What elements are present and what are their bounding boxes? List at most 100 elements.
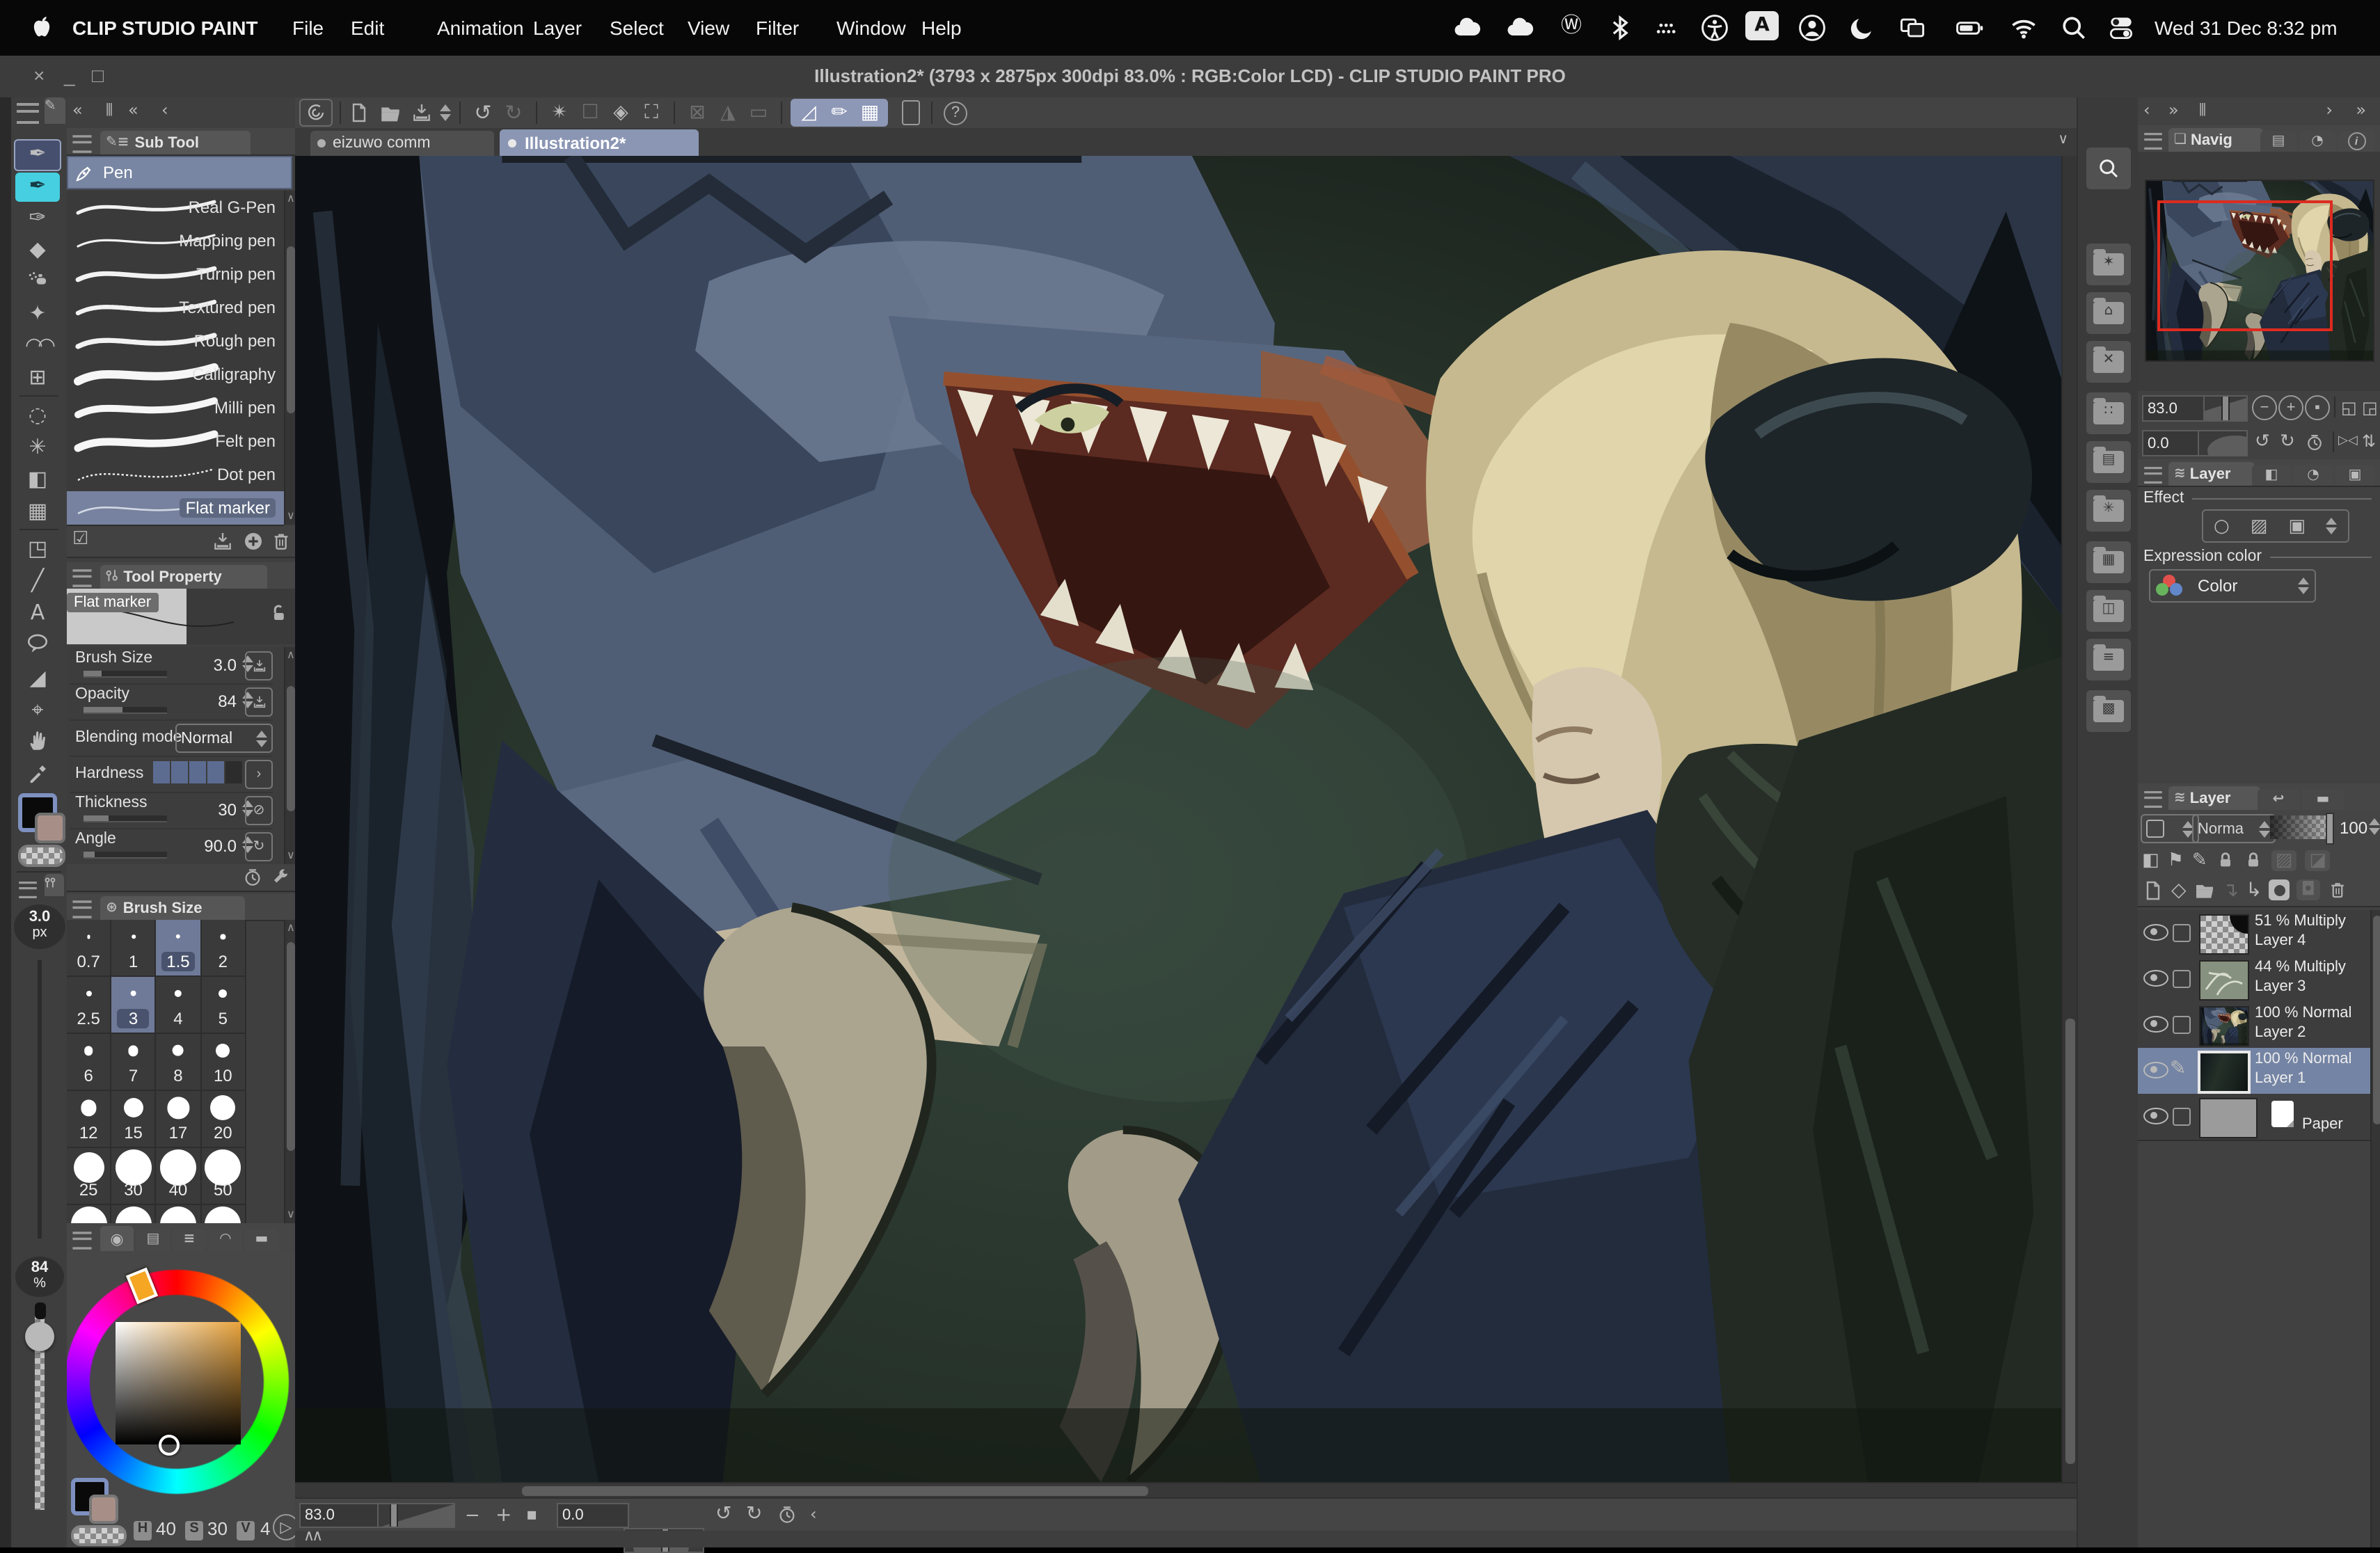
quick-access-icon[interactable] bbox=[2086, 148, 2131, 189]
color-slider-tab[interactable]: ≡ bbox=[173, 1229, 206, 1251]
balloon-tab[interactable]: ◔ bbox=[2294, 465, 2333, 486]
layer-menu-icon[interactable] bbox=[2144, 791, 2162, 808]
material-folder-monochrome[interactable]: ⌂ bbox=[2086, 292, 2131, 334]
tool-liquify[interactable]: ⊞ bbox=[15, 365, 60, 394]
rotate-left-icon[interactable]: ↺ bbox=[715, 1504, 731, 1524]
invert-selection-icon[interactable]: ◈ bbox=[607, 103, 635, 122]
expression-spinner[interactable] bbox=[2298, 578, 2309, 594]
scale-rotate-icon[interactable]: ⛶ bbox=[637, 103, 665, 122]
menu-layer[interactable]: Layer bbox=[533, 17, 582, 39]
layer4-thumbnail[interactable] bbox=[2199, 914, 2249, 955]
input-source-icon[interactable]: A bbox=[1745, 11, 1779, 40]
menu-bar-clock[interactable]: Wed 31 Dec 8:32 pm bbox=[2155, 17, 2338, 39]
navigator-rotation-slider[interactable] bbox=[2198, 430, 2248, 456]
w-app-status-icon[interactable]: Ⓦ bbox=[1556, 15, 1587, 36]
new-vector-layer-icon[interactable]: ◇ bbox=[2171, 880, 2187, 900]
subtool-item-dot-pen[interactable]: Dot pen bbox=[67, 458, 284, 493]
opacity-value[interactable]: 84 bbox=[218, 692, 237, 711]
frame-tab[interactable]: ▣ bbox=[2335, 465, 2374, 486]
paper-checkbox[interactable] bbox=[2173, 1108, 2191, 1126]
deselect-icon[interactable]: ✴ bbox=[546, 103, 573, 122]
nav-fit-icon[interactable]: ▪ bbox=[2305, 395, 2330, 420]
material-folder-pose[interactable]: ≡ bbox=[2086, 639, 2131, 680]
opacity-source-button[interactable] bbox=[245, 687, 273, 717]
material-folder-effect[interactable]: ✳ bbox=[2086, 490, 2131, 532]
apple-menu-icon[interactable] bbox=[28, 13, 56, 40]
layer-row-2[interactable]: 100 % NormalLayer 2 bbox=[2138, 1002, 2374, 1049]
zoom-out-icon[interactable]: − bbox=[465, 1507, 480, 1525]
accessibility-icon[interactable] bbox=[1698, 13, 1731, 43]
bluetooth-icon[interactable] bbox=[1603, 13, 1637, 43]
control-center-icon[interactable] bbox=[2104, 13, 2138, 43]
layer-row-4[interactable]: 51 % MultiplyLayer 4 bbox=[2138, 910, 2374, 957]
tool-brush[interactable]: ✑ bbox=[15, 205, 60, 234]
tool-correct-line[interactable]: ⌖ bbox=[15, 697, 60, 726]
cloud2-status-icon[interactable] bbox=[1503, 13, 1537, 43]
advanced-settings-icon[interactable] bbox=[270, 867, 291, 888]
brush-size-cell[interactable]: 8 bbox=[157, 1034, 201, 1091]
reselect-icon[interactable]: ☐ bbox=[576, 103, 604, 122]
material-folder-download[interactable]: ▩ bbox=[2086, 690, 2131, 732]
menu-help[interactable]: Help bbox=[921, 17, 962, 39]
toolbar-menu-icon[interactable] bbox=[17, 103, 39, 124]
brush-size-value[interactable]: 3.0 bbox=[214, 655, 237, 675]
subtool-item-felt-pen[interactable]: Felt pen bbox=[67, 424, 284, 459]
brush-size-cell[interactable]: 10 bbox=[201, 1034, 246, 1091]
palette-color-select[interactable] bbox=[2141, 814, 2199, 843]
brush-size-cell[interactable]: 2.5 bbox=[67, 977, 111, 1034]
brush-size-cell[interactable]: 7 bbox=[111, 1034, 156, 1091]
paper-thumbnail[interactable] bbox=[2199, 1098, 2258, 1138]
tool-balloon[interactable] bbox=[15, 632, 60, 661]
nav-fit-screen-icon[interactable]: ◲ bbox=[2362, 399, 2378, 416]
wifi-icon[interactable] bbox=[2007, 13, 2040, 43]
screen-mirroring-icon[interactable] bbox=[1896, 13, 1929, 43]
layer-row-paper[interactable]: Paper bbox=[2138, 1094, 2374, 1141]
duplicate-subtool-icon[interactable] bbox=[242, 530, 264, 552]
nav-rotate-left-icon[interactable]: ↺ bbox=[2255, 433, 2270, 451]
subtool-menu-icon[interactable] bbox=[72, 135, 91, 153]
subtool-item-real-g-pen[interactable]: Real G-Pen bbox=[67, 191, 284, 225]
brush-size-cell[interactable]: 4 bbox=[157, 977, 201, 1034]
brush-size-cell[interactable]: 1 bbox=[111, 920, 156, 977]
ruler-icon-disabled[interactable]: ◪ bbox=[2305, 850, 2331, 870]
delete-subtool-icon[interactable] bbox=[270, 530, 292, 552]
right-collapse-icon[interactable]: ‹ bbox=[2143, 102, 2150, 118]
brush-size-cell-selected[interactable]: 3 bbox=[111, 977, 156, 1034]
sv-selector[interactable] bbox=[159, 1435, 180, 1456]
tool-pen[interactable]: ✒ bbox=[14, 139, 61, 171]
show-all-icon[interactable]: ☑ bbox=[72, 530, 88, 548]
new-raster-layer-icon[interactable] bbox=[2142, 879, 2164, 901]
subtool-item-flat-marker[interactable]: Flat marker bbox=[67, 491, 284, 526]
material-folder-3d[interactable]: ◫ bbox=[2086, 590, 2131, 632]
clip-below-icon[interactable]: ◧ bbox=[2142, 851, 2159, 869]
menu-view[interactable]: View bbox=[688, 17, 729, 39]
lock-transparent-icon[interactable] bbox=[2244, 850, 2263, 870]
companion-mode-icon[interactable] bbox=[902, 100, 920, 125]
nav-rotate-right-icon[interactable]: ↻ bbox=[2280, 433, 2295, 451]
angle-value[interactable]: 90.0 bbox=[204, 836, 237, 856]
right-chev-icon[interactable]: › bbox=[2326, 102, 2333, 118]
tool-text[interactable]: A bbox=[15, 600, 60, 629]
right-expand-icon[interactable]: » bbox=[2168, 102, 2179, 118]
lock-layer-icon[interactable] bbox=[2216, 850, 2235, 870]
subview-tab[interactable]: ▤ bbox=[2260, 131, 2296, 152]
nav-flip-horizontal-icon[interactable]: ▷◁ bbox=[2338, 436, 2358, 448]
layer3-checkbox[interactable] bbox=[2173, 970, 2191, 988]
color-menu-icon[interactable] bbox=[72, 1232, 91, 1250]
material-folder-tone[interactable]: ∷ bbox=[2086, 392, 2131, 434]
layer-mask-icon[interactable] bbox=[2269, 879, 2290, 900]
sv-square[interactable] bbox=[116, 1322, 241, 1444]
tab-illustration2-active[interactable]: Illustration2* bbox=[500, 129, 699, 156]
layer-row-3[interactable]: 44 % MultiplyLayer 3 bbox=[2138, 956, 2374, 1003]
delete-layer-icon[interactable] bbox=[2326, 879, 2347, 900]
lock-icon[interactable] bbox=[267, 603, 288, 623]
collapse-one-icon[interactable]: ‹ bbox=[161, 102, 168, 118]
slider-panel-menu-icon[interactable] bbox=[19, 882, 37, 898]
user-account-icon[interactable] bbox=[1795, 13, 1829, 43]
menu-edit[interactable]: Edit bbox=[351, 17, 384, 39]
layer-opacity-value[interactable]: 100 bbox=[2340, 818, 2367, 838]
navigator-zoom-field[interactable]: 83.0 bbox=[2142, 395, 2212, 422]
menu-file[interactable]: File bbox=[292, 17, 324, 39]
thickness-value[interactable]: 30 bbox=[218, 800, 237, 820]
canvas-zoom-field[interactable]: 83.0 bbox=[299, 1503, 383, 1528]
